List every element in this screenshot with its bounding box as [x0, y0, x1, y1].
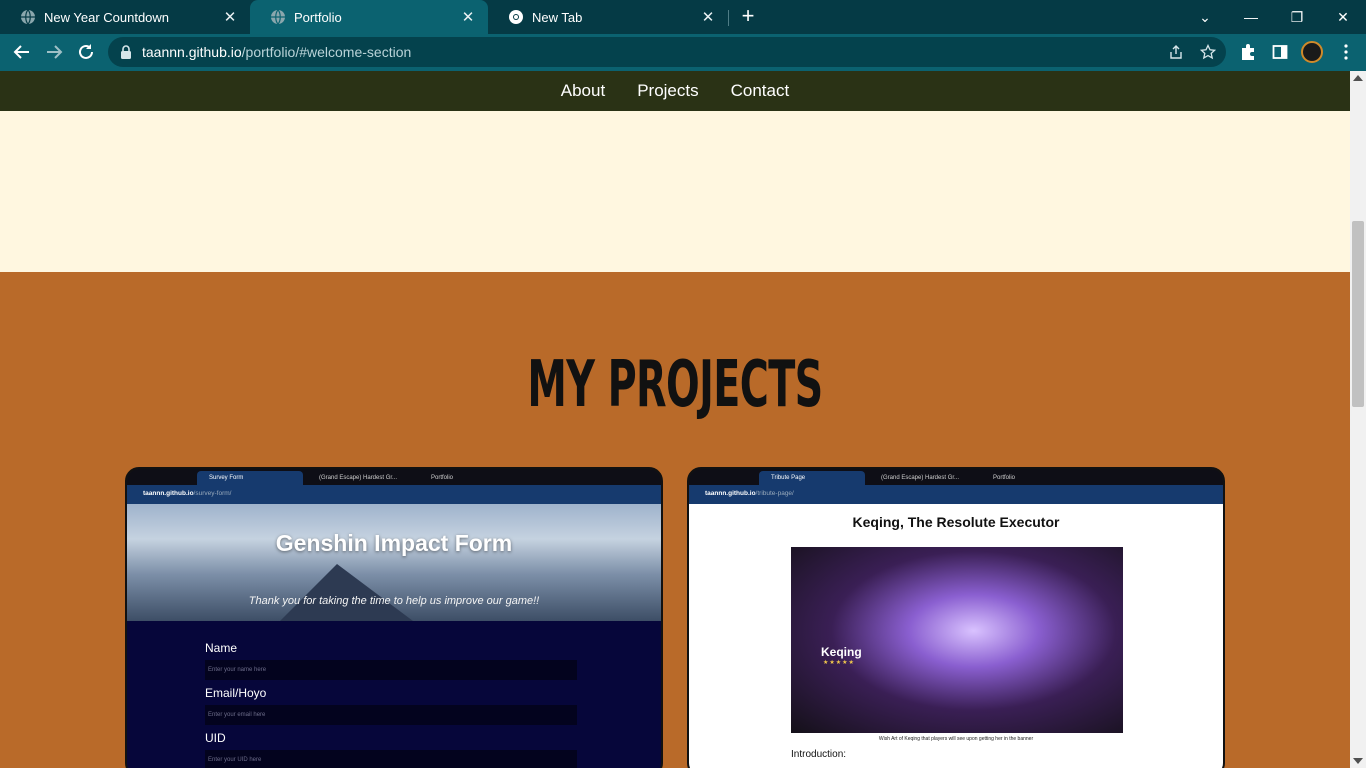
screenshot-url-host: taannn.github.io — [143, 490, 194, 497]
forward-button[interactable] — [40, 38, 68, 66]
maximize-button[interactable]: ❐ — [1274, 0, 1320, 34]
tribute-page-body: Keqing, The Resolute Executor Keqing ★★★… — [689, 504, 1223, 768]
tab-title: Portfolio — [294, 9, 342, 25]
welcome-section — [0, 111, 1350, 272]
reload-button[interactable] — [72, 38, 100, 66]
browser-toolbar: taannn.github.io/portfolio/#welcome-sect… — [0, 34, 1366, 71]
tab-search-dropdown-icon[interactable]: ⌄ — [1182, 0, 1228, 34]
bookmark-star-icon[interactable] — [1199, 43, 1217, 61]
projects-heading: My projects — [527, 348, 823, 422]
close-tab-icon[interactable]: ✕ — [700, 9, 716, 26]
globe-icon — [20, 9, 36, 25]
close-tab-icon[interactable]: ✕ — [460, 9, 476, 26]
screenshot-url-path: /survey-form/ — [193, 490, 232, 497]
field-input-email: Enter your email here — [205, 705, 577, 725]
new-tab-button[interactable]: + — [736, 5, 760, 28]
screenshot-url-path: /tribute-page/ — [755, 490, 794, 497]
tab-portfolio[interactable]: Portfolio ✕ — [250, 0, 488, 34]
tab-separator — [728, 10, 729, 26]
hero-mountain-shape — [277, 564, 417, 624]
scrollbar-thumb[interactable] — [1352, 221, 1364, 407]
field-input-uid: Enter your UID here — [205, 750, 577, 768]
lock-icon[interactable] — [120, 45, 132, 64]
screenshot-tab: Portfolio — [993, 475, 1016, 481]
screenshot-tab: Survey Form — [197, 471, 303, 485]
reload-icon — [79, 44, 93, 59]
browser-tab-bar: New Year Countdown ✕ Portfolio ✕ New Tab… — [0, 0, 1366, 34]
nav-link-projects[interactable]: Projects — [637, 81, 698, 101]
field-label-email: Email/Hoyo — [205, 686, 267, 700]
url-path: /portfolio/#welcome-section — [241, 44, 412, 60]
kebab-menu-icon[interactable] — [1336, 42, 1356, 62]
minimize-button[interactable]: — — [1228, 0, 1274, 34]
tab-new-year-countdown[interactable]: New Year Countdown ✕ — [0, 0, 250, 34]
screenshot-toolbar: taannn.github.io/survey-form/ — [127, 485, 661, 504]
keqing-wish-art-image: Keqing ★★★★★ — [791, 547, 1123, 733]
screenshot-url-host: taannn.github.io — [705, 490, 756, 497]
screenshot-tab-strip: Survey Form (Grand Escape) Hardest Gr...… — [127, 469, 661, 485]
field-label-name: Name — [205, 641, 238, 655]
page-scrollbar[interactable] — [1350, 71, 1366, 768]
screenshot-toolbar: taannn.github.io/tribute-page/ — [689, 485, 1223, 504]
tab-title: New Year Countdown — [44, 9, 170, 25]
tribute-intro-label: Introduction: — [791, 749, 847, 760]
chrome-icon — [508, 9, 524, 25]
site-navbar: About Projects Contact — [0, 71, 1350, 111]
tribute-title: Keqing, The Resolute Executor — [852, 514, 1060, 530]
field-input-name: Enter your name here — [205, 660, 577, 680]
nav-link-contact[interactable]: Contact — [731, 81, 790, 101]
nav-link-about[interactable]: About — [561, 81, 605, 101]
project-card-tribute-page[interactable]: Tribute Page (Grand Escape) Hardest Gr..… — [687, 467, 1225, 768]
survey-subtitle: Thank you for taking the time to help us… — [248, 595, 540, 607]
keqing-name-text: Keqing — [821, 645, 862, 659]
project-card-survey-form[interactable]: Survey Form (Grand Escape) Hardest Gr...… — [125, 467, 663, 768]
screenshot-tab-strip: Tribute Page (Grand Escape) Hardest Gr..… — [689, 469, 1223, 485]
close-window-button[interactable]: ✕ — [1320, 0, 1366, 34]
extensions-puzzle-icon[interactable] — [1238, 42, 1258, 62]
side-panel-icon[interactable] — [1270, 42, 1290, 62]
field-label-uid: UID — [205, 731, 226, 745]
screenshot-tab: Tribute Page — [759, 471, 865, 485]
scroll-down-arrow-icon[interactable] — [1353, 758, 1363, 764]
survey-title: Genshin Impact Form — [275, 530, 513, 556]
profile-avatar[interactable] — [1301, 41, 1323, 63]
survey-form-body: Name Enter your name here Email/Hoyo Ent… — [127, 621, 661, 768]
globe-icon — [270, 9, 286, 25]
back-button[interactable] — [8, 38, 36, 66]
close-tab-icon[interactable]: ✕ — [222, 9, 238, 26]
tab-new-tab[interactable]: New Tab ✕ — [488, 0, 728, 34]
forward-arrow-icon — [47, 45, 63, 59]
screenshot-url: taannn.github.io/survey-form/ — [143, 490, 231, 497]
tab-title: New Tab — [532, 9, 583, 25]
url-host: taannn.github.io — [142, 44, 242, 60]
url-text[interactable]: taannn.github.io/portfolio/#welcome-sect… — [142, 44, 411, 60]
share-icon[interactable] — [1167, 43, 1185, 61]
screenshot-tab: (Grand Escape) Hardest Gr... — [319, 475, 398, 481]
screenshot-url: taannn.github.io/tribute-page/ — [705, 490, 794, 497]
address-bar[interactable]: taannn.github.io/portfolio/#welcome-sect… — [108, 37, 1226, 67]
scroll-up-arrow-icon[interactable] — [1353, 75, 1363, 81]
tribute-image-caption: Wish Art of Keqing that players will see… — [878, 736, 1034, 742]
back-arrow-icon — [13, 45, 29, 59]
page-viewport: About Projects Contact My projects Surve… — [0, 71, 1350, 768]
rarity-stars: ★★★★★ — [823, 660, 855, 666]
screenshot-tab: Portfolio — [431, 475, 454, 481]
survey-hero-image: Genshin Impact Form Thank you for taking… — [127, 504, 661, 624]
screenshot-tab: (Grand Escape) Hardest Gr... — [881, 475, 960, 481]
